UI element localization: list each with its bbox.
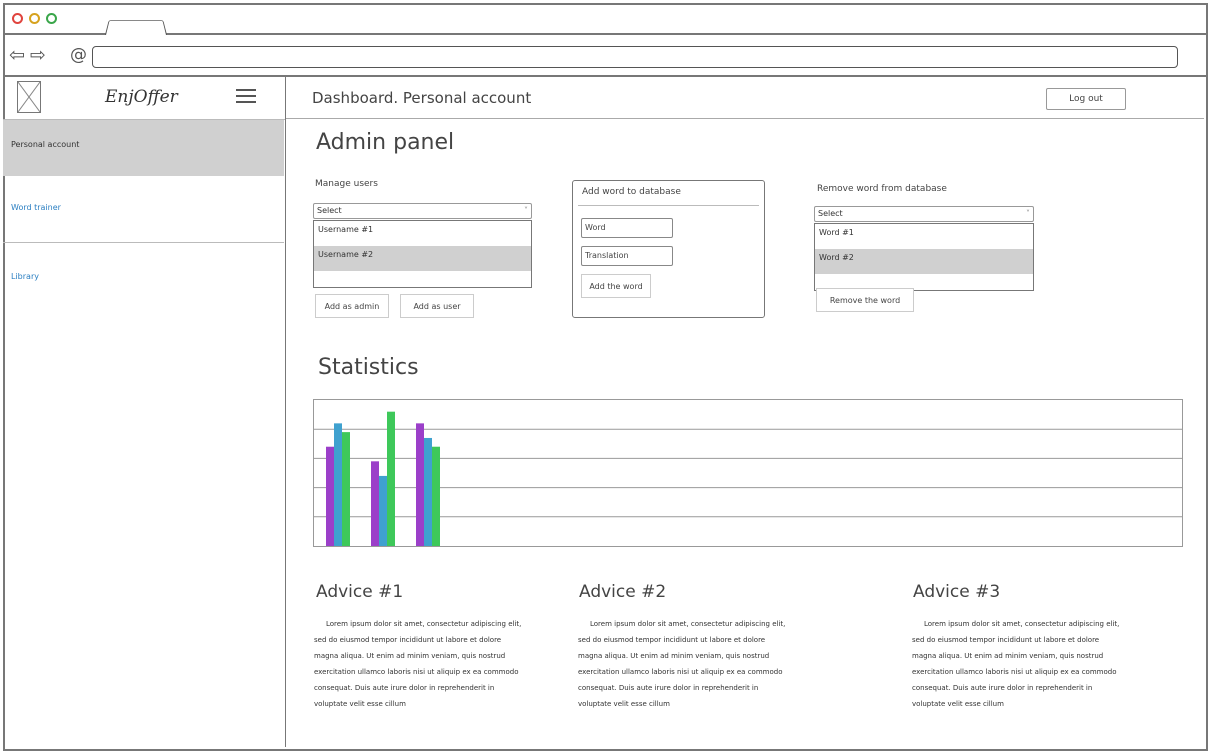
- chart-bar: [416, 423, 424, 546]
- statistics-title: Statistics: [318, 355, 419, 380]
- add-word-card: Add word to database Word Translation Ad…: [572, 180, 765, 318]
- brand-name: EnjOffer: [105, 87, 178, 107]
- chart-bar: [342, 432, 350, 546]
- back-arrow-icon[interactable]: ⇦: [9, 43, 25, 67]
- list-item-user[interactable]: Username #2: [314, 246, 531, 271]
- advice-2-body: Lorem ipsum dolor sit amet, consectetur …: [578, 620, 786, 708]
- words-listbox[interactable]: Word #1 Word #2: [814, 223, 1034, 291]
- advice-1-body: Lorem ipsum dolor sit amet, consectetur …: [314, 620, 522, 708]
- bar-chart: [314, 411, 1182, 546]
- manage-users-label: Manage users: [315, 179, 378, 189]
- logo-placeholder-icon: [17, 81, 41, 113]
- users-listbox[interactable]: Username #1 Username #2: [313, 220, 532, 288]
- advice-3-body: Lorem ipsum dolor sit amet, consectetur …: [912, 620, 1120, 708]
- navigation-bar: ⇦ ⇨ @: [5, 35, 1206, 77]
- advice-3-title: Advice #3: [913, 582, 1001, 602]
- add-word-title: Add word to database: [582, 187, 681, 197]
- chart-bar: [379, 475, 387, 546]
- add-word-button[interactable]: Add the word: [581, 274, 651, 298]
- logout-button[interactable]: Log out: [1046, 88, 1126, 110]
- sidebar-item-library[interactable]: Library: [3, 245, 284, 305]
- maximize-window-button[interactable]: [46, 13, 57, 24]
- list-item-word[interactable]: Word #1: [815, 224, 1033, 249]
- list-item-word[interactable]: Word #2: [815, 249, 1033, 274]
- remove-word-select-value: Select: [818, 209, 843, 218]
- chart-bar: [326, 446, 334, 546]
- remove-word-button[interactable]: Remove the word: [816, 288, 914, 312]
- chevron-down-icon: ˅: [524, 206, 528, 215]
- add-as-admin-button[interactable]: Add as admin: [315, 294, 389, 318]
- title-bar: [5, 5, 1206, 35]
- chart-bar: [334, 423, 342, 546]
- main-header: Dashboard. Personal account Log out: [286, 75, 1204, 119]
- remove-word-label: Remove word from database: [817, 184, 947, 194]
- hamburger-menu-icon[interactable]: [236, 89, 256, 103]
- remove-word-select[interactable]: Select ˅: [814, 206, 1034, 222]
- chart-bar: [432, 446, 440, 546]
- manage-users-select-value: Select: [317, 206, 342, 215]
- sidebar-item-personal-account[interactable]: Personal account: [3, 120, 284, 176]
- manage-users-select[interactable]: Select ˅: [313, 203, 532, 219]
- sidebar-header: EnjOffer: [3, 75, 285, 120]
- address-bar[interactable]: [92, 46, 1178, 68]
- card-divider: [578, 205, 759, 206]
- advice-1-title: Advice #1: [316, 582, 404, 602]
- forward-arrow-icon[interactable]: ⇨: [30, 43, 46, 67]
- statistics-chart: [313, 399, 1183, 547]
- close-window-button[interactable]: [12, 13, 23, 24]
- word-input[interactable]: Word: [581, 218, 673, 238]
- chart-bar: [424, 437, 432, 546]
- at-icon: @: [70, 45, 87, 65]
- translation-input[interactable]: Translation: [581, 246, 673, 266]
- page-title: Dashboard. Personal account: [312, 89, 532, 107]
- add-as-user-button[interactable]: Add as user: [400, 294, 474, 318]
- chart-bar: [371, 461, 379, 546]
- minimize-window-button[interactable]: [29, 13, 40, 24]
- chart-bar: [387, 411, 395, 546]
- list-item-user[interactable]: Username #1: [314, 221, 531, 246]
- sidebar-item-word-trainer[interactable]: Word trainer: [3, 179, 284, 243]
- chevron-down-icon: ˅: [1026, 209, 1030, 218]
- admin-panel-title: Admin panel: [316, 130, 455, 155]
- browser-tab[interactable]: [105, 19, 167, 35]
- advice-2-title: Advice #2: [579, 582, 667, 602]
- sidebar: EnjOffer Personal account Word trainer L…: [3, 75, 286, 747]
